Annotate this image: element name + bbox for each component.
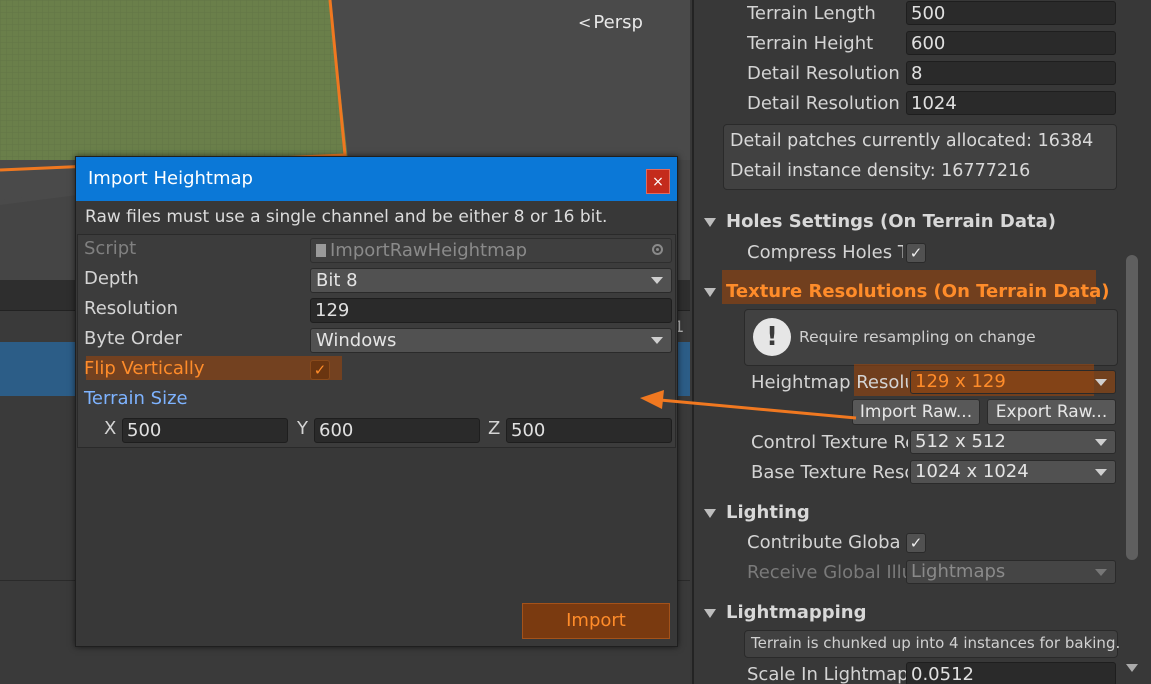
dialog-fields: Script ImportRawHeightmap Depth Bit 8 Re… xyxy=(77,234,676,448)
lighting-header[interactable]: Lighting xyxy=(704,502,810,523)
terrain-length-label: Terrain Length xyxy=(747,3,876,24)
import-button[interactable]: Import xyxy=(522,603,670,639)
x-field[interactable]: 500 xyxy=(122,418,288,443)
z-field[interactable]: 500 xyxy=(506,418,672,443)
detail-info-box: Detail patches currently allocated: 1638… xyxy=(723,124,1117,190)
terrain-size-label: Terrain Size xyxy=(84,388,188,409)
contribute-gi-row: Contribute Global Illumination ✓ xyxy=(694,530,1151,556)
heightmap-res-dropdown[interactable]: 129 x 129 xyxy=(910,370,1116,394)
resolution-label: Resolution xyxy=(84,298,179,319)
detail-res-row: Detail Resolution 1024 xyxy=(694,91,1151,117)
inspector-scrollbar[interactable] xyxy=(1126,255,1138,560)
resample-warning-box: ! Require resampling on change xyxy=(744,309,1118,366)
base-texture-label: Base Texture Resolution xyxy=(751,462,908,483)
y-field[interactable]: 600 xyxy=(314,418,480,443)
depth-label: Depth xyxy=(84,268,139,289)
detail-patches-text: Detail patches currently allocated: 1638… xyxy=(730,131,1094,151)
scale-lightmap-row: Scale In Lightmap 0.0512 xyxy=(694,662,1151,684)
compress-holes-checkbox[interactable]: ✓ xyxy=(906,243,926,263)
contribute-gi-checkbox[interactable]: ✓ xyxy=(906,533,926,553)
detail-res-label: Detail Resolution xyxy=(747,93,900,114)
chevron-down-icon xyxy=(1095,469,1107,476)
contribute-gi-label: Contribute Global Illumination xyxy=(747,532,901,553)
byte-order-dropdown[interactable]: Windows xyxy=(310,328,672,353)
terrain-length-field[interactable]: 500 xyxy=(906,1,1116,25)
detail-res-patch-field[interactable]: 8 xyxy=(906,61,1116,85)
dialog-titlebar[interactable]: Import Heightmap × xyxy=(76,157,677,201)
texture-resolutions-header[interactable]: Texture Resolutions (On Terrain Data) xyxy=(704,281,1109,302)
lightmapping-info-text: Terrain is chunked up into 4 instances f… xyxy=(751,634,1121,652)
chevron-down-icon xyxy=(1095,439,1107,446)
heightmap-res-label: Heightmap Resolution xyxy=(751,372,908,393)
y-label: Y xyxy=(297,418,308,439)
scale-lightmap-label: Scale In Lightmap xyxy=(747,664,907,684)
lightmapping-header[interactable]: Lightmapping xyxy=(704,602,866,623)
export-raw-button[interactable]: Export Raw... xyxy=(987,399,1116,425)
persp-label[interactable]: < Persp xyxy=(578,12,643,33)
detail-density-text: Detail instance density: 16777216 xyxy=(730,161,1031,181)
flip-vertically-label: Flip Vertically xyxy=(84,358,205,379)
x-label: X xyxy=(104,418,117,439)
dialog-description: Raw files must use a single channel and … xyxy=(85,207,608,227)
terrain-height-label: Terrain Height xyxy=(747,33,874,54)
scale-lightmap-field[interactable]: 0.0512 xyxy=(906,662,1116,684)
chevron-down-icon xyxy=(1095,569,1107,576)
foldout-triangle-icon xyxy=(704,608,716,618)
detail-res-patch-label: Detail Resolution Per Patch xyxy=(747,63,903,84)
chevron-down-icon xyxy=(651,277,663,284)
detail-res-field[interactable]: 1024 xyxy=(906,91,1116,115)
compress-holes-row: Compress Holes Texture ✓ xyxy=(694,240,1151,266)
lightmapping-info-box: Terrain is chunked up into 4 instances f… xyxy=(744,630,1121,658)
persp-arrow-icon: < xyxy=(578,13,592,32)
chevron-down-icon xyxy=(1095,379,1107,386)
z-label: Z xyxy=(488,418,501,439)
control-texture-label: Control Texture Resolution xyxy=(751,432,908,453)
object-picker-icon xyxy=(652,244,663,255)
holes-settings-header[interactable]: Holes Settings (On Terrain Data) xyxy=(704,211,1056,232)
terrain-height-field[interactable]: 600 xyxy=(906,31,1116,55)
script-file-icon xyxy=(316,244,326,257)
scroll-down-icon[interactable] xyxy=(1126,664,1138,672)
import-heightmap-dialog: Import Heightmap × Raw files must use a … xyxy=(75,156,678,647)
base-texture-dropdown[interactable]: 1024 x 1024 xyxy=(910,460,1116,484)
base-texture-row: Base Texture Resolution 1024 x 1024 xyxy=(694,460,1151,486)
close-icon[interactable]: × xyxy=(646,169,670,194)
script-label: Script xyxy=(84,238,137,259)
resolution-field[interactable]: 129 xyxy=(310,298,672,323)
dialog-title: Import Heightmap xyxy=(88,168,253,189)
inspector-panel: Terrain Length 500 Terrain Height 600 De… xyxy=(692,0,1151,684)
byte-order-label: Byte Order xyxy=(84,328,183,349)
detail-res-patch-row: Detail Resolution Per Patch 8 xyxy=(694,61,1151,87)
receive-gi-row: Receive Global Illumination Lightmaps xyxy=(694,560,1151,586)
depth-dropdown[interactable]: Bit 8 xyxy=(310,268,672,293)
foldout-triangle-icon xyxy=(704,217,716,227)
compress-holes-label: Compress Holes Texture xyxy=(747,242,903,263)
foldout-triangle-icon xyxy=(704,508,716,518)
control-texture-row: Control Texture Resolution 512 x 512 xyxy=(694,430,1151,456)
receive-gi-label: Receive Global Illumination xyxy=(747,562,907,583)
warning-icon: ! xyxy=(753,318,791,356)
terrain-length-row: Terrain Length 500 xyxy=(694,1,1151,27)
terrain-height-row: Terrain Height 600 xyxy=(694,31,1151,57)
foldout-triangle-icon xyxy=(704,287,716,297)
flip-vertically-checkbox[interactable]: ✓ xyxy=(310,360,330,380)
import-raw-button[interactable]: Import Raw... xyxy=(852,399,980,425)
control-texture-dropdown[interactable]: 512 x 512 xyxy=(910,430,1116,454)
script-field: ImportRawHeightmap xyxy=(310,238,672,263)
resample-warning-text: Require resampling on change xyxy=(799,328,1036,346)
heightmap-res-row: Heightmap Resolution 129 x 129 xyxy=(694,370,1151,396)
chevron-down-icon xyxy=(651,337,663,344)
receive-gi-dropdown: Lightmaps xyxy=(906,560,1116,584)
